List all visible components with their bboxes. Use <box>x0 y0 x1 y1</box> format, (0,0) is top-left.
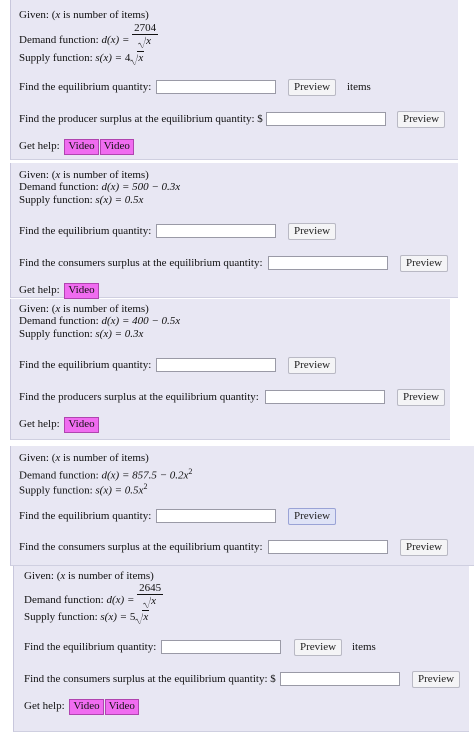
video-button[interactable]: Video <box>64 283 99 299</box>
preview-button[interactable]: Preview <box>288 357 336 374</box>
get-help: Get help: Video Video <box>24 699 139 715</box>
preview-button[interactable]: Preview <box>288 223 336 240</box>
equilibrium-quantity-label: Find the equilibrium quantity: <box>19 359 152 371</box>
equilibrium-quantity-label: Find the equilibrium quantity: <box>19 510 152 522</box>
preview-button[interactable]: Preview <box>400 255 448 272</box>
video-button[interactable]: Video <box>99 139 134 155</box>
get-help: Get help: Video <box>19 417 99 433</box>
unit-label: items <box>352 641 376 653</box>
preview-button[interactable]: Preview <box>397 111 445 128</box>
surplus-label: Find the consumers surplus at the equili… <box>24 673 276 685</box>
supply-function: Supply function: s(x) = 0.5x <box>19 194 144 206</box>
video-button[interactable]: Video <box>64 139 99 155</box>
equilibrium-quantity-label: Find the equilibrium quantity: <box>24 641 157 653</box>
supply-function: Supply function: s(x) = 0.3x <box>19 328 144 340</box>
problem-panel-1: Given: (x is number of items) Demand fun… <box>10 0 458 160</box>
surplus-label: Find the producers surplus at the equili… <box>19 391 259 403</box>
surplus-input[interactable] <box>268 540 388 554</box>
problem-panel-4: Given: (x is number of items) Demand fun… <box>10 446 474 566</box>
demand-function: Demand function: d(x) = 2704 x <box>19 22 159 47</box>
given-text: Given: (x is number of items) <box>19 9 149 21</box>
demand-function: Demand function: d(x) = 400 − 0.5x <box>19 315 181 327</box>
preview-button[interactable]: Preview <box>397 389 445 406</box>
surplus-input[interactable] <box>280 672 400 686</box>
surplus-input[interactable] <box>265 390 385 404</box>
preview-button[interactable]: Preview <box>288 79 336 96</box>
surplus-input[interactable] <box>266 112 386 126</box>
video-button[interactable]: Video <box>64 417 99 433</box>
supply-function: Supply function: s(x) = 4x <box>19 51 145 64</box>
equilibrium-quantity-input[interactable] <box>156 224 276 238</box>
given-text: Given: (x is number of items) <box>19 452 149 464</box>
demand-function: Demand function: d(x) = 500 − 0.3x <box>19 181 181 193</box>
preview-button[interactable]: Preview <box>412 671 460 688</box>
surplus-label: Find the consumers surplus at the equili… <box>19 257 263 269</box>
supply-function: Supply function: s(x) = 0.5x2 <box>19 482 148 497</box>
equilibrium-quantity-input[interactable] <box>156 80 276 94</box>
problem-panel-5: Given: (x is number of items) Demand fun… <box>13 566 469 732</box>
preview-button[interactable]: Preview <box>294 639 342 656</box>
get-help: Get help: Video <box>19 283 99 299</box>
surplus-input[interactable] <box>268 256 388 270</box>
video-button[interactable]: Video <box>104 699 139 715</box>
supply-function: Supply function: s(x) = 5x <box>24 610 150 623</box>
surplus-label: Find the producer surplus at the equilib… <box>19 113 263 125</box>
preview-button[interactable]: Preview <box>288 508 336 525</box>
surplus-label: Find the consumers surplus at the equili… <box>19 541 263 553</box>
equilibrium-quantity-label: Find the equilibrium quantity: <box>19 225 152 237</box>
equilibrium-quantity-label: Find the equilibrium quantity: <box>19 81 152 93</box>
equilibrium-quantity-input[interactable] <box>156 509 276 523</box>
equilibrium-quantity-input[interactable] <box>161 640 281 654</box>
equilibrium-quantity-input[interactable] <box>156 358 276 372</box>
preview-button[interactable]: Preview <box>400 539 448 556</box>
problem-panel-2: Given: (x is number of items) Demand fun… <box>10 163 458 299</box>
demand-function: Demand function: d(x) = 2645 x <box>24 582 164 607</box>
video-button[interactable]: Video <box>69 699 104 715</box>
problem-panel-3: Given: (x is number of items) Demand fun… <box>10 299 450 440</box>
get-help: Get help: Video Video <box>19 139 134 155</box>
unit-label: items <box>347 81 371 93</box>
